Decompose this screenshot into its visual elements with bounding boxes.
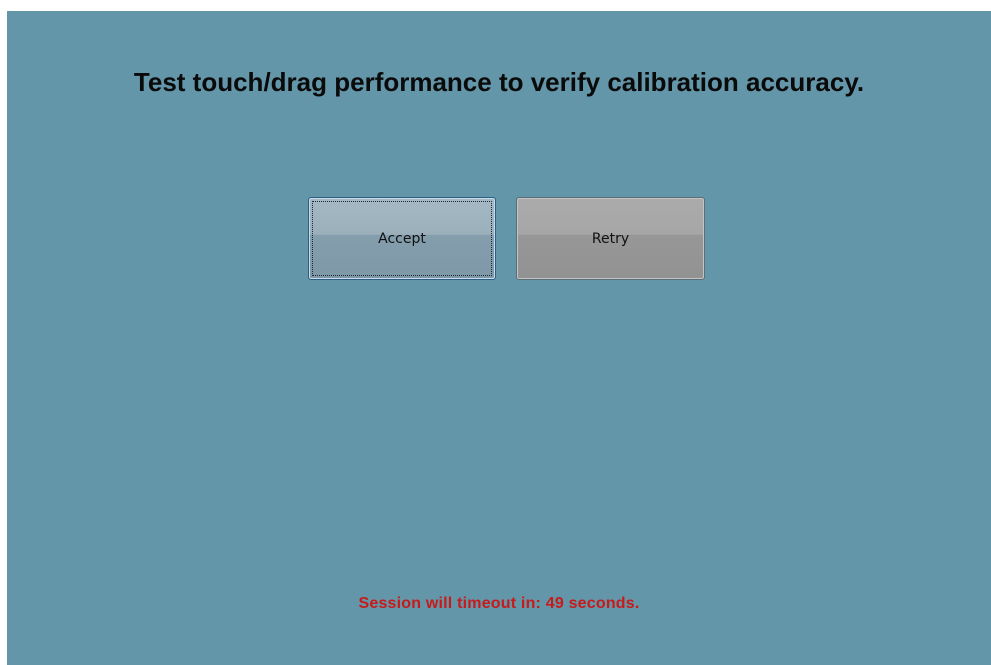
retry-button[interactable]: Retry [516, 197, 705, 280]
accept-button-label: Accept [378, 230, 426, 247]
calibration-window: Test touch/drag performance to verify ca… [7, 11, 991, 665]
timeout-prefix: Session will timeout in: [358, 595, 546, 612]
timeout-seconds: 49 [545, 595, 564, 612]
retry-button-label: Retry [591, 230, 630, 247]
instruction-heading: Test touch/drag performance to verify ca… [133, 67, 865, 97]
timeout-suffix: seconds. [563, 595, 640, 612]
accept-button[interactable]: Accept [308, 197, 496, 280]
session-timeout-message: Session will timeout in: 49 seconds. [7, 595, 991, 613]
